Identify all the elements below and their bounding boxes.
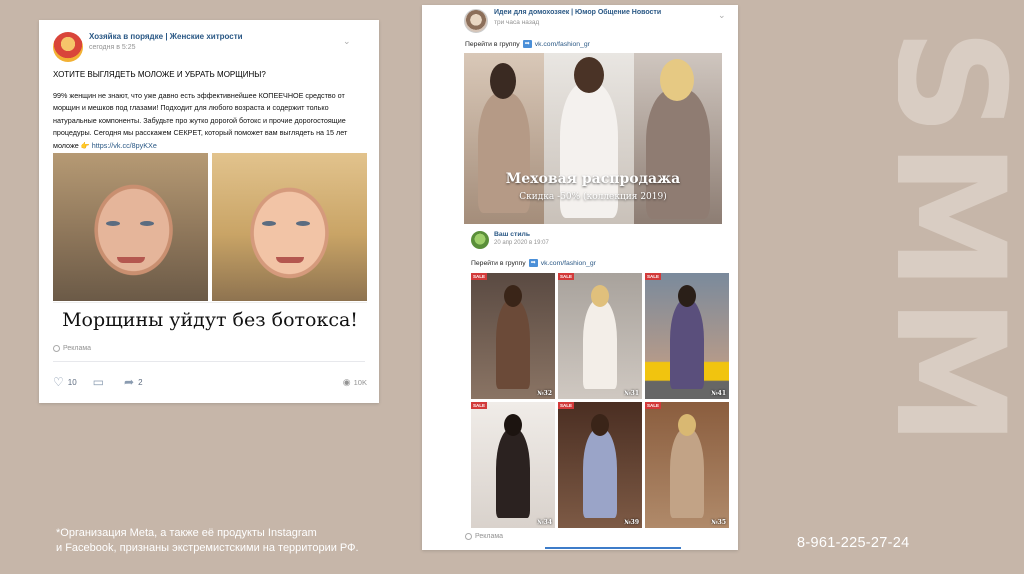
- post-headline: ХОТИТЕ ВЫГЛЯДЕТЬ МОЛОЖЕ И УБРАТЬ МОРЩИНЫ…: [53, 70, 266, 79]
- arrow-right-icon: ➡: [528, 259, 538, 267]
- views-counter: ◉ 10K: [343, 377, 367, 388]
- image-caption: Морщины уйдут без ботокса!: [53, 302, 367, 336]
- chevron-down-icon[interactable]: ⌄: [343, 36, 351, 47]
- banner-subtitle: Скидка -50% (коллекция 2019): [519, 192, 667, 202]
- post-time[interactable]: сегодня в 5:25: [89, 44, 243, 51]
- phone-number: 8-961-225-27-24: [797, 535, 910, 551]
- ad-icon: [465, 533, 472, 540]
- post-header: Идеи для домохозяек | Юмор Общение Новос…: [464, 9, 661, 33]
- group-avatar[interactable]: [53, 32, 83, 62]
- comment-button[interactable]: ▭: [93, 376, 108, 388]
- group-name-link[interactable]: Хозяйка в порядке | Женские хитрости: [89, 32, 243, 41]
- footnote: *Организация Meta, а также её продукты I…: [56, 526, 396, 556]
- left-ad-post: Хозяйка в порядке | Женские хитрости сег…: [39, 20, 379, 403]
- after-photo: [212, 153, 367, 301]
- product-number: №41: [711, 390, 726, 397]
- share-count: 2: [138, 377, 143, 387]
- arrow-right-icon: ➡: [522, 40, 532, 48]
- fur-sale-banner[interactable]: Меховая распродажа Скидка -50% (коллекци…: [464, 53, 722, 224]
- ad-label[interactable]: Реклама: [465, 533, 503, 540]
- inner-post-header: Ваш стиль 20 апр 2020 в 19:07: [471, 231, 549, 249]
- inner-goto-text: Перейти в группу: [471, 259, 526, 267]
- post-header: Хозяйка в порядке | Женские хитрости сег…: [53, 32, 243, 62]
- product-number: №32: [537, 390, 552, 397]
- goto-group-line: Перейти в группу ➡ vk.com/fashion_gr: [465, 40, 590, 48]
- like-count: 10: [67, 377, 77, 387]
- share-icon: ➦: [124, 375, 135, 389]
- post-time[interactable]: три часа назад: [494, 19, 661, 26]
- product-tile[interactable]: SALE №35: [645, 402, 729, 528]
- smm-watermark-text: SMM: [898, 28, 1024, 438]
- banner-title: Меховая распродажа: [505, 171, 681, 187]
- share-button[interactable]: ➦ 2: [124, 376, 143, 388]
- product-grid: SALE №32 SALE №31 SALE №41 SALE №34 SALE…: [471, 273, 729, 528]
- smm-watermark: SMM: [898, 28, 1024, 438]
- inner-group-avatar[interactable]: [471, 231, 489, 249]
- inner-group-name-link[interactable]: Ваш стиль: [494, 231, 549, 238]
- divider: [545, 547, 681, 549]
- post-image[interactable]: [53, 153, 367, 301]
- goto-link[interactable]: vk.com/fashion_gr: [535, 41, 590, 48]
- inner-goto-link[interactable]: vk.com/fashion_gr: [541, 260, 596, 267]
- product-number: №39: [624, 519, 639, 526]
- ad-label-text: Реклама: [63, 345, 92, 352]
- post-link[interactable]: https://vk.cc/8pyKXe: [92, 141, 157, 150]
- views-count: 10K: [353, 377, 367, 387]
- ad-label[interactable]: Реклама: [53, 345, 91, 352]
- inner-goto-group-line: Перейти в группу ➡ vk.com/fashion_gr: [471, 259, 596, 267]
- goto-text: Перейти в группу: [465, 40, 520, 48]
- product-tile[interactable]: SALE №39: [558, 402, 642, 528]
- ad-icon: [53, 345, 60, 352]
- post-actions: ♡ 10 ▭ ➦ 2 ◉ 10K: [53, 374, 367, 390]
- footnote-line-2: и Facebook, признаны экстремистскими на …: [56, 542, 359, 554]
- footnote-line-1: *Организация Meta, а также её продукты I…: [56, 527, 317, 539]
- product-tile[interactable]: SALE №34: [471, 402, 555, 528]
- inner-post-time[interactable]: 20 апр 2020 в 19:07: [494, 240, 549, 246]
- chevron-down-icon[interactable]: ⌄: [718, 10, 726, 21]
- eye-icon: ◉: [342, 376, 351, 387]
- group-avatar[interactable]: [464, 9, 488, 33]
- product-number: №35: [711, 519, 726, 526]
- divider: [53, 361, 365, 362]
- product-tile[interactable]: SALE №41: [645, 273, 729, 399]
- product-tile[interactable]: SALE №31: [558, 273, 642, 399]
- post-body: 99% женщин не знают, что уже давно есть …: [53, 90, 363, 152]
- heart-icon: ♡: [53, 375, 64, 389]
- product-tile[interactable]: SALE №32: [471, 273, 555, 399]
- ad-label-text: Реклама: [475, 533, 504, 540]
- product-number: №34: [537, 519, 552, 526]
- group-name-link[interactable]: Идеи для домохозяек | Юмор Общение Новос…: [494, 9, 661, 16]
- before-photo: [53, 153, 208, 301]
- product-number: №31: [624, 390, 639, 397]
- comment-icon: ▭: [92, 375, 105, 389]
- like-button[interactable]: ♡ 10: [53, 376, 77, 388]
